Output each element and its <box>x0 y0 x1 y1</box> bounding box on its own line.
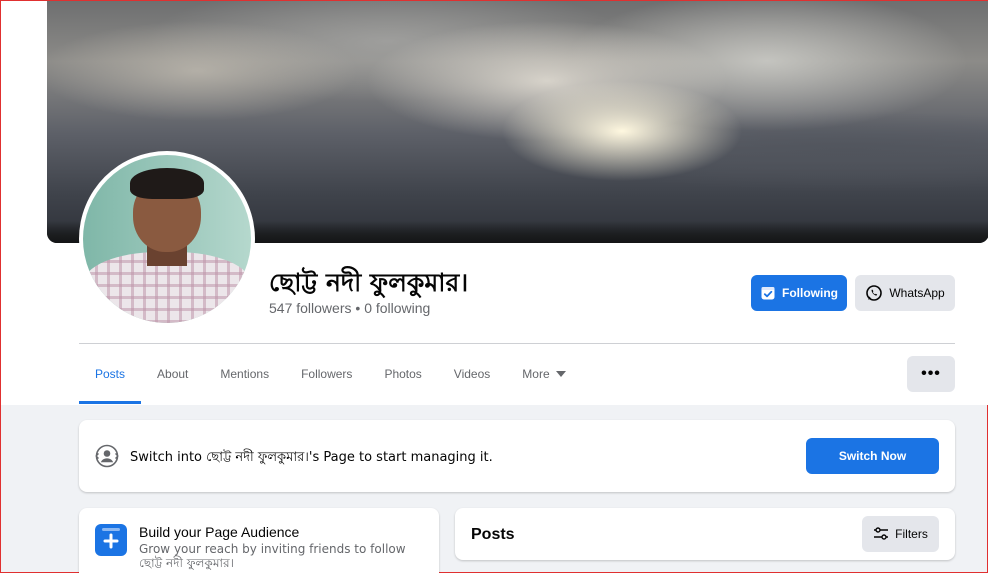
tab-mentions[interactable]: Mentions <box>204 344 285 404</box>
switch-profile-icon <box>95 444 119 468</box>
tab-label: More <box>522 367 550 381</box>
tab-more[interactable]: More <box>506 344 581 404</box>
tab-label: About <box>157 367 189 381</box>
tab-about[interactable]: About <box>141 344 204 404</box>
whatsapp-button[interactable]: WhatsApp <box>855 275 955 311</box>
posts-section-header: Posts Filters <box>455 508 955 560</box>
tab-label: Followers <box>301 367 353 381</box>
following-check-icon <box>761 287 775 300</box>
tab-label: Videos <box>453 367 491 381</box>
profile-header: ছোট্ট নদী ফুলকুমার। 547 followers • 0 fo… <box>1 1 988 405</box>
filters-label: Filters <box>895 527 928 541</box>
whatsapp-label: WhatsApp <box>889 286 945 300</box>
caret-down-icon <box>555 371 566 377</box>
following-label: Following <box>782 286 838 300</box>
audience-card: Build your Page Audience Grow your reach… <box>79 508 439 573</box>
more-dots-icon: ••• <box>921 365 941 382</box>
switch-now-label: Switch Now <box>838 449 907 463</box>
whatsapp-icon <box>866 285 883 301</box>
posts-section-title: Posts <box>471 526 515 543</box>
profile-picture-image <box>83 155 251 323</box>
tab-videos[interactable]: Videos <box>438 344 506 404</box>
tab-label: Photos <box>384 367 422 381</box>
tab-label: Posts <box>95 367 126 381</box>
more-options-button[interactable]: ••• <box>907 356 955 392</box>
stats-separator: • <box>351 300 365 316</box>
avatar-hair <box>130 168 204 199</box>
tab-posts[interactable]: Posts <box>79 344 142 404</box>
follow-stats: 547 followers • 0 following <box>269 300 430 316</box>
invite-friends-icon <box>95 524 127 556</box>
filters-button[interactable]: Filters <box>862 516 939 552</box>
followers-count[interactable]: 547 followers <box>269 300 352 316</box>
following-count[interactable]: 0 following <box>364 300 430 316</box>
audience-card-title: Build your Page Audience <box>139 524 300 540</box>
profile-picture[interactable] <box>79 151 255 327</box>
following-button[interactable]: Following <box>751 275 847 311</box>
tab-photos[interactable]: Photos <box>368 344 437 404</box>
switch-now-button[interactable]: Switch Now <box>806 438 939 474</box>
switch-profile-banner: Switch into ছোট্ট নদী ফুলকুমার।'s Page t… <box>79 420 955 492</box>
profile-tabs: Posts About Mentions Followers Photos Vi… <box>79 344 582 404</box>
audience-card-description: Grow your reach by inviting friends to f… <box>139 542 406 570</box>
tab-label: Mentions <box>220 367 270 381</box>
tab-followers[interactable]: Followers <box>285 344 368 404</box>
switch-prompt-text: Switch into ছোট্ট নদী ফুলকুমার।'s Page t… <box>130 450 493 465</box>
filters-icon <box>874 527 889 540</box>
